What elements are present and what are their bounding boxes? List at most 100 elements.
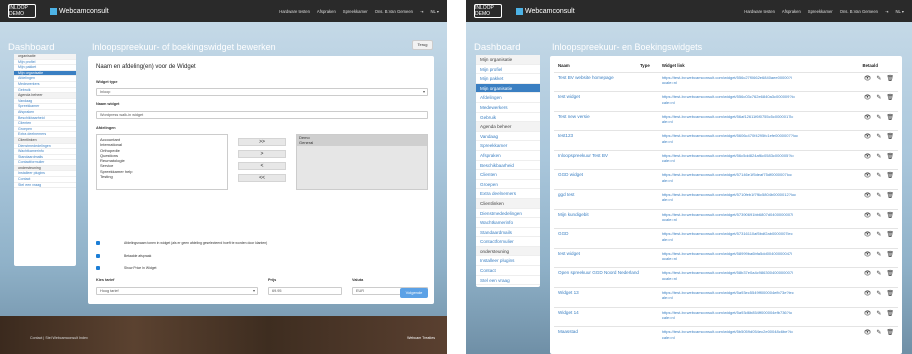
widget-link[interactable]: https://test-bv.webcamconsult.com/widget… <box>661 228 810 249</box>
widget-link-line[interactable]: https://test-bv.webcamconsult.com/widget… <box>662 94 810 99</box>
list-item[interactable]: Testing <box>100 174 224 179</box>
edit-icon[interactable]: ✎ <box>876 76 881 82</box>
selected-departments-list[interactable]: Demo General <box>296 134 428 190</box>
widget-name[interactable]: ggd test <box>554 189 640 210</box>
widget-link-line[interactable]: ocale=nl <box>662 276 810 281</box>
sidebar-item[interactable]: Mijn profiel <box>476 65 540 75</box>
edit-icon[interactable]: ✎ <box>876 271 881 277</box>
move-button[interactable]: > <box>238 150 286 158</box>
widget-name[interactable]: GGD widget <box>554 169 640 190</box>
edit-icon[interactable]: ✎ <box>876 115 881 121</box>
sidebar-item[interactable]: Vandaag <box>476 132 540 142</box>
edit-icon[interactable]: ✎ <box>876 252 881 258</box>
nav-link[interactable]: ⇥ <box>420 9 424 14</box>
widget-name[interactable]: Test BV website homepage <box>554 71 640 92</box>
sidebar-item[interactable]: Mijn pakket <box>476 74 540 84</box>
view-icon[interactable]: 👁 <box>864 173 872 179</box>
widget-link-line[interactable]: https://test-bv.webcamconsult.com/widget… <box>662 231 810 236</box>
delete-icon[interactable]: 🗑 <box>886 154 894 160</box>
sidebar-item[interactable]: Afdelingen <box>476 93 540 103</box>
widget-link[interactable]: https://test-bv.webcamconsult.com/widget… <box>661 326 810 347</box>
nav-link[interactable]: Hardware testen <box>744 9 775 14</box>
edit-icon[interactable]: ✎ <box>876 213 881 219</box>
nav-link[interactable]: Spreekkamer <box>343 9 368 14</box>
widget-name[interactable]: test123 <box>554 130 640 151</box>
widget-link[interactable]: https://test-bv.webcamconsult.com/widget… <box>661 267 810 288</box>
sidebar-item[interactable]: Contactformulier <box>476 237 540 247</box>
view-icon[interactable]: 👁 <box>864 311 872 317</box>
widget-link-line[interactable]: ale=nl <box>662 237 810 242</box>
delete-icon[interactable]: 🗑 <box>886 173 894 179</box>
widget-link-line[interactable]: https://test-bv.webcamconsult.com/widget… <box>662 153 810 158</box>
widget-link-line[interactable]: https://test-bv.webcamconsult.com/widget… <box>662 133 810 138</box>
widget-link-line[interactable]: https://test-bv.webcamconsult.com/widget… <box>662 75 810 80</box>
edit-icon[interactable]: ✎ <box>876 232 881 238</box>
available-departments-list[interactable]: Accountant International Orthopedie Questio… <box>96 134 228 190</box>
widget-link-line[interactable]: ale=nl <box>662 119 810 124</box>
view-icon[interactable]: 👁 <box>864 232 872 238</box>
widget-link-line[interactable]: https://test-bv.webcamconsult.com/widget… <box>662 290 810 295</box>
widget-link-line[interactable]: https://test-bv.webcamconsult.com/widget… <box>662 329 810 334</box>
widget-link-line[interactable]: cale=nl <box>662 158 810 163</box>
view-icon[interactable]: 👁 <box>864 252 872 258</box>
list-item[interactable]: General <box>297 140 427 146</box>
view-icon[interactable]: 👁 <box>864 115 872 121</box>
nav-link[interactable]: NL ▾ <box>431 9 439 14</box>
tarief-select[interactable]: Hoog tarief ▾ <box>96 287 258 295</box>
back-button[interactable]: Terug <box>412 40 433 50</box>
sidebar-item[interactable]: Stel een vraag <box>14 183 76 189</box>
delete-icon[interactable]: 🗑 <box>886 115 894 121</box>
sidebar-item[interactable]: Mijn organisatie <box>476 83 540 94</box>
widget-link-line[interactable]: ocale=nl <box>662 256 810 261</box>
widget-name[interactable]: Mijn kundigebit <box>554 208 640 229</box>
delete-icon[interactable]: 🗑 <box>886 271 894 277</box>
edit-icon[interactable]: ✎ <box>876 330 881 336</box>
widget-link-line[interactable]: https://test-bv.webcamconsult.com/widget… <box>662 192 810 197</box>
edit-icon[interactable]: ✎ <box>876 95 881 101</box>
widget-name[interactable]: Maasstad <box>554 326 640 347</box>
sidebar-item[interactable]: Clienten <box>476 170 540 180</box>
edit-icon[interactable]: ✎ <box>876 291 881 297</box>
widget-link-line[interactable]: cale=nl <box>662 315 810 320</box>
widget-link[interactable]: https://test-bv.webcamconsult.com/widget… <box>661 110 810 131</box>
logo[interactable]: INLOOP DEMO <box>8 4 36 18</box>
widget-link-line[interactable]: ale=nl <box>662 295 810 300</box>
sidebar-item[interactable]: Spreekkamer <box>476 141 540 151</box>
widget-link-line[interactable]: ale=nl <box>662 178 810 183</box>
delete-icon[interactable]: 🗑 <box>886 95 894 101</box>
edit-icon[interactable]: ✎ <box>876 173 881 179</box>
move-button[interactable]: << <box>238 174 286 182</box>
view-icon[interactable]: 👁 <box>864 330 872 336</box>
widget-link-line[interactable]: cale=nl <box>662 100 810 105</box>
sidebar-item[interactable]: Dienstmededelingen <box>476 209 540 219</box>
move-button[interactable]: < <box>238 162 286 170</box>
move-button[interactable]: >> <box>238 138 286 146</box>
show-department-checkbox[interactable] <box>96 241 100 245</box>
nav-link[interactable]: Hardware testen <box>279 9 310 14</box>
widget-link[interactable]: https://test-bv.webcamconsult.com/widget… <box>661 306 810 327</box>
view-icon[interactable]: 👁 <box>864 95 872 101</box>
nav-link[interactable]: Ons. B.Van Gemeen <box>375 9 413 14</box>
view-icon[interactable]: 👁 <box>864 271 872 277</box>
edit-icon[interactable]: ✎ <box>876 311 881 317</box>
sidebar-item[interactable]: Contact <box>476 266 540 276</box>
widget-link[interactable]: https://test-bv.webcamconsult.com/widget… <box>661 189 810 210</box>
delete-icon[interactable]: 🗑 <box>886 193 894 199</box>
delete-icon[interactable]: 🗑 <box>886 232 894 238</box>
edit-icon[interactable]: ✎ <box>876 134 881 140</box>
delete-icon[interactable]: 🗑 <box>886 330 894 336</box>
widget-name[interactable]: test widget <box>554 247 640 268</box>
footer-links[interactable]: Contact | Stel Webcamconsult Index <box>30 336 88 340</box>
nav-link[interactable]: NL ▾ <box>896 9 904 14</box>
widget-name[interactable]: Widget 14 <box>554 306 640 327</box>
sidebar-item[interactable]: Installeer plugins <box>476 256 540 267</box>
sidebar-item[interactable]: Standaardmails <box>476 228 540 238</box>
widget-link-line[interactable]: cale=nl <box>662 335 810 340</box>
view-icon[interactable]: 👁 <box>864 193 872 199</box>
nav-link[interactable]: ⇥ <box>885 9 889 14</box>
widget-type-select[interactable]: Inloop ▾ <box>96 88 428 96</box>
view-icon[interactable]: 👁 <box>864 76 872 82</box>
widget-link-line[interactable]: ale=nl <box>662 197 810 202</box>
naam-widget-input[interactable]: Wordpress walk-in widget <box>96 111 428 119</box>
edit-icon[interactable]: ✎ <box>876 154 881 160</box>
